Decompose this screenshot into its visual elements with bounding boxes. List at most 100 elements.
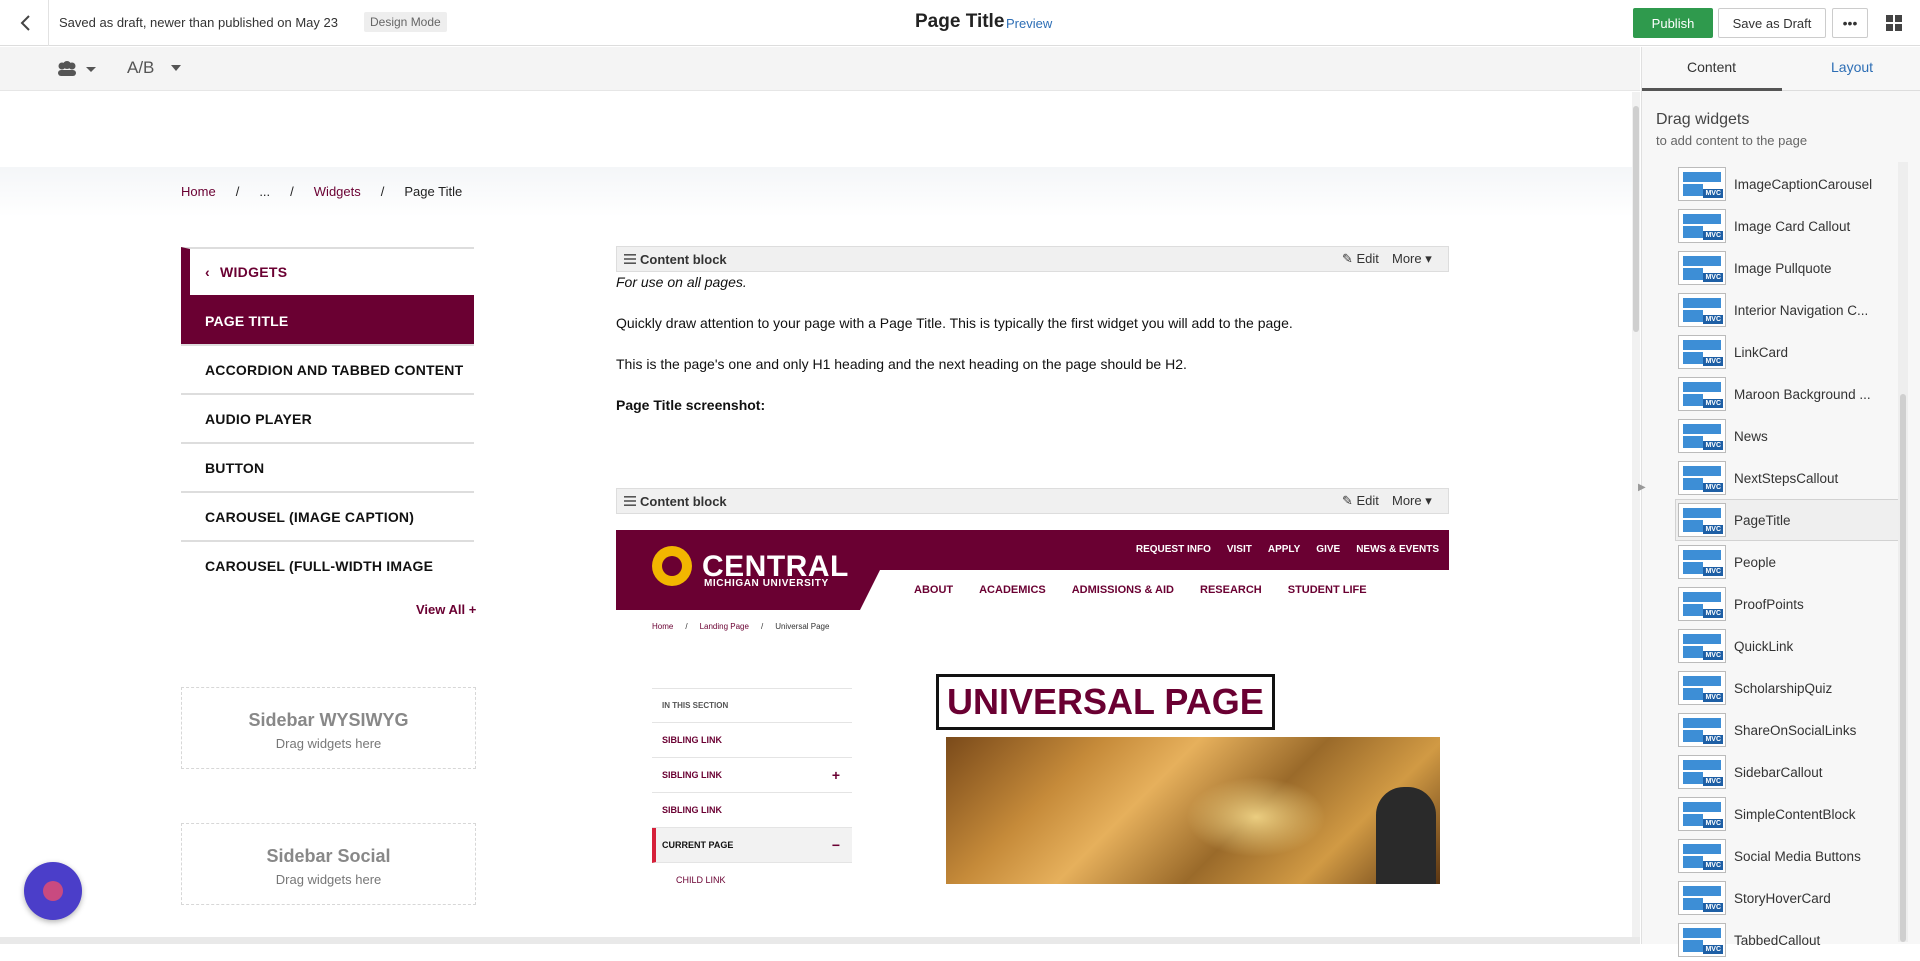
section-nav-header[interactable]: ‹ WIDGETS xyxy=(181,247,474,295)
screenshot-caption: Page Title screenshot: xyxy=(616,397,766,413)
cmu-header: CENTRAL MICHIGAN UNIVERSITY REQUEST INFO… xyxy=(616,530,1449,610)
cmu-section-nav: IN THIS SECTION SIBLING LINK SIBLING LIN… xyxy=(652,688,852,884)
panel-tabs: Content Layout xyxy=(1642,47,1920,91)
widget-item[interactable]: MVC SimpleContentBlock xyxy=(1675,793,1905,835)
widget-icon: MVC xyxy=(1678,209,1726,243)
editor-toolbar: A/B xyxy=(0,47,1640,91)
widget-icon: MVC xyxy=(1678,713,1726,747)
drag-handle-icon[interactable] xyxy=(624,495,636,507)
nav-item-accordion[interactable]: ACCORDION AND TABBED CONTENT xyxy=(181,344,474,393)
more-dropdown[interactable]: More ▾ xyxy=(1392,493,1432,509)
plus-icon: + xyxy=(468,602,477,617)
widget-item[interactable]: MVC Image Card Callout xyxy=(1675,205,1905,247)
content-block-toolbar[interactable]: Content block ✎ Edit More ▾ xyxy=(616,488,1449,514)
widget-icon: MVC xyxy=(1678,545,1726,579)
tab-layout[interactable]: Layout xyxy=(1831,59,1873,75)
breadcrumb: Home / ... / Widgets / Page Title xyxy=(181,184,463,199)
widget-item[interactable]: MVC People xyxy=(1675,541,1905,583)
breadcrumb-widgets[interactable]: Widgets xyxy=(314,184,361,199)
save-as-draft-button[interactable]: Save as Draft xyxy=(1718,8,1826,38)
collapse-panel-icon[interactable]: ▶ xyxy=(1638,482,1646,512)
widget-icon: MVC xyxy=(1678,755,1726,789)
edit-button[interactable]: ✎ Edit xyxy=(1342,493,1379,509)
view-all-link[interactable]: View All + xyxy=(416,602,476,617)
widget-item[interactable]: MVC Social Media Buttons xyxy=(1675,835,1905,877)
panel-scrollbar[interactable] xyxy=(1898,162,1908,942)
breadcrumb-home[interactable]: Home xyxy=(181,184,216,199)
design-mode-badge: Design Mode xyxy=(364,12,447,32)
tab-content[interactable]: Content xyxy=(1687,59,1736,75)
cmu-breadcrumb: Home / Landing Page / Universal Page xyxy=(652,622,830,631)
back-arrow-icon[interactable] xyxy=(16,13,36,33)
cmu-main-nav: ABOUT ACADEMICS ADMISSIONS & AID RESEARC… xyxy=(860,570,1449,610)
sidebar-wysiwyg-dropzone[interactable]: Sidebar WYSIWYG Drag widgets here xyxy=(181,687,476,769)
breadcrumb-ellipsis[interactable]: ... xyxy=(259,184,270,199)
body-paragraph-1: Quickly draw attention to your page with… xyxy=(616,315,1293,331)
widget-icon: MVC xyxy=(1678,629,1726,663)
grid-icon[interactable] xyxy=(1884,13,1904,33)
canvas-scrollbar[interactable] xyxy=(1632,92,1640,937)
widget-item[interactable]: MVC ImageCaptionCarousel xyxy=(1675,163,1905,205)
nav-item-audio-player[interactable]: AUDIO PLAYER xyxy=(181,393,474,442)
widget-icon: MVC xyxy=(1678,923,1726,957)
widget-item[interactable]: MVC NextStepsCallout xyxy=(1675,457,1905,499)
edit-button[interactable]: ✎ Edit xyxy=(1342,251,1379,267)
widget-icon: MVC xyxy=(1678,839,1726,873)
widget-icon: MVC xyxy=(1678,587,1726,621)
body-paragraph-2: This is the page's one and only H1 headi… xyxy=(616,356,1187,372)
more-actions-button[interactable]: ••• xyxy=(1832,8,1868,38)
chat-bubble-icon[interactable] xyxy=(24,862,82,920)
plus-icon: + xyxy=(831,767,840,783)
widget-item[interactable]: MVC Image Pullquote xyxy=(1675,247,1905,289)
breadcrumb-current: Page Title xyxy=(404,184,463,199)
preview-link[interactable]: Preview xyxy=(1006,16,1052,31)
persona-selector[interactable] xyxy=(56,59,98,79)
widget-icon: MVC xyxy=(1678,503,1726,537)
panel-subheading: to add content to the page xyxy=(1656,133,1808,148)
drag-handle-icon[interactable] xyxy=(624,253,636,265)
cmu-subwordmark: MICHIGAN UNIVERSITY xyxy=(704,578,829,589)
cmu-utility-nav: REQUEST INFO VISIT APPLY GIVE NEWS & EVE… xyxy=(1135,544,1439,555)
widget-item[interactable]: MVC LinkCard xyxy=(1675,331,1905,373)
nav-item-button[interactable]: BUTTON xyxy=(181,442,474,491)
widget-icon: MVC xyxy=(1678,881,1726,915)
nav-item-carousel-image-caption[interactable]: CAROUSEL (IMAGE CAPTION) xyxy=(181,491,474,540)
chevron-left-icon: ‹ xyxy=(205,264,210,280)
nav-item-page-title[interactable]: PAGE TITLE xyxy=(181,295,474,344)
widget-item[interactable]: MVC Interior Navigation C... xyxy=(1675,289,1905,331)
more-dropdown[interactable]: More ▾ xyxy=(1392,251,1432,267)
widget-item[interactable]: MVC TabbedCallout xyxy=(1675,919,1905,961)
horizontal-scrollbar[interactable] xyxy=(0,937,1640,944)
widget-item[interactable]: MVC News xyxy=(1675,415,1905,457)
active-tab-indicator xyxy=(1642,88,1782,91)
widget-panel: ▶ Content Layout Drag widgets to add con… xyxy=(1638,47,1920,957)
sidebar-social-dropzone[interactable]: Sidebar Social Drag widgets here xyxy=(181,823,476,905)
chevron-down-icon[interactable] xyxy=(171,65,181,71)
nav-item-carousel-full-width[interactable]: CAROUSEL (FULL-WIDTH IMAGE xyxy=(181,540,474,589)
widget-icon: MVC xyxy=(1678,167,1726,201)
widget-icon: MVC xyxy=(1678,671,1726,705)
section-nav: ‹ WIDGETS PAGE TITLE ACCORDION AND TABBE… xyxy=(181,247,474,589)
widget-item[interactable]: MVC Maroon Background ... xyxy=(1675,373,1905,415)
widget-item[interactable]: MVC StoryHoverCard xyxy=(1675,877,1905,919)
page-title-screenshot: CENTRAL MICHIGAN UNIVERSITY REQUEST INFO… xyxy=(616,530,1449,884)
widget-item[interactable]: MVC SidebarCallout xyxy=(1675,751,1905,793)
publish-button[interactable]: Publish xyxy=(1633,8,1713,38)
divider xyxy=(48,0,49,46)
users-icon xyxy=(58,61,96,76)
widget-item[interactable]: MVC QuickLink xyxy=(1675,625,1905,667)
widget-item[interactable]: MVC ProofPoints xyxy=(1675,583,1905,625)
widget-item[interactable]: MVC ShareOnSocialLinks xyxy=(1675,709,1905,751)
content-block-toolbar[interactable]: Content block ✎ Edit More ▾ xyxy=(616,246,1449,272)
widget-icon: MVC xyxy=(1678,797,1726,831)
panel-heading: Drag widgets xyxy=(1656,111,1750,128)
widget-item[interactable]: MVC ScholarshipQuiz xyxy=(1675,667,1905,709)
intro-line: For use on all pages. xyxy=(616,274,747,290)
cmu-page-title: UNIVERSAL PAGE xyxy=(936,674,1275,730)
widget-icon: MVC xyxy=(1678,377,1726,411)
widget-item[interactable]: MVC PageTitle xyxy=(1675,499,1905,541)
ab-test-selector[interactable]: A/B xyxy=(127,58,154,78)
widget-list: MVC ImageCaptionCarousel MVC Image Card Cal… xyxy=(1675,163,1905,961)
cmu-logo-icon xyxy=(652,546,692,586)
widget-icon: MVC xyxy=(1678,461,1726,495)
